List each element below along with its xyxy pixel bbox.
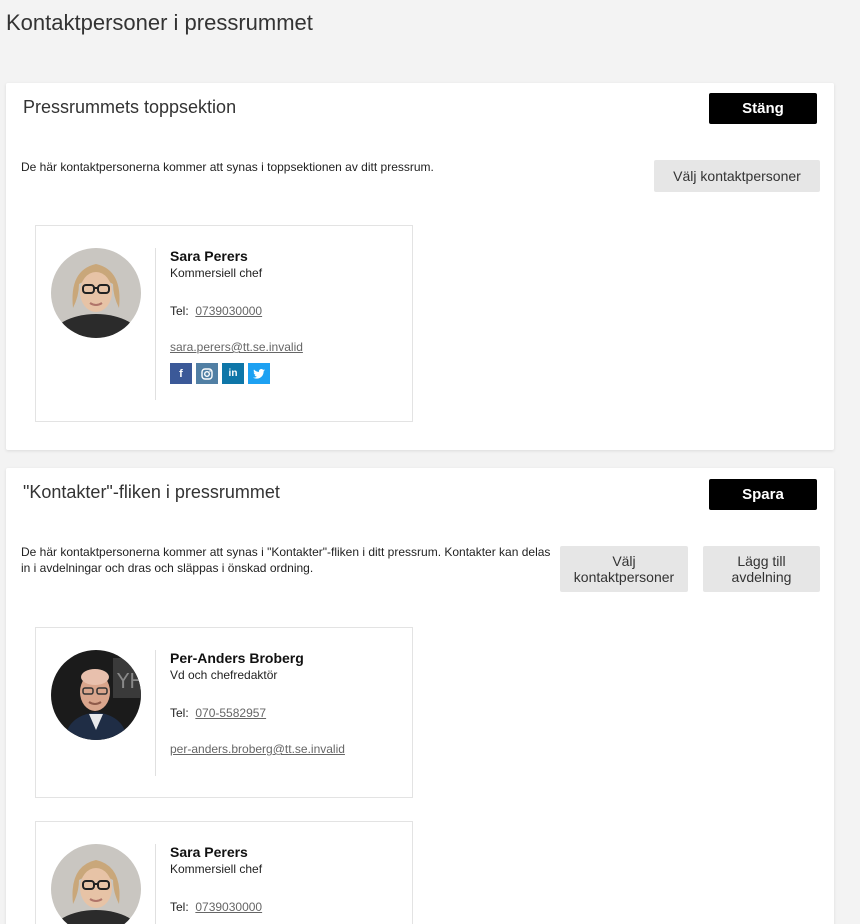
- contact-role: Kommersiell chef: [170, 266, 263, 280]
- avatar: YH: [51, 650, 141, 740]
- linkedin-icon[interactable]: in: [222, 363, 244, 384]
- instagram-icon[interactable]: [196, 363, 218, 384]
- social-links: f in: [170, 363, 303, 384]
- choose-contacts-button[interactable]: Välj kontaktpersoner: [560, 546, 688, 592]
- contact-card[interactable]: Sara Perers Kommersiell chef Tel: 073903…: [35, 821, 413, 924]
- phone-link[interactable]: 070-5582957: [195, 706, 266, 720]
- email-link[interactable]: per-anders.broberg@tt.se.invalid: [170, 741, 345, 757]
- phone-link[interactable]: 0739030000: [195, 900, 262, 914]
- save-button[interactable]: Spara: [709, 479, 817, 510]
- phone-label: Tel:: [170, 706, 189, 720]
- contact-name: Per-Anders Broberg: [170, 650, 304, 666]
- facebook-icon[interactable]: f: [170, 363, 192, 384]
- choose-contacts-button[interactable]: Välj kontaktpersoner: [654, 160, 820, 192]
- contacts-tab-title: "Kontakter"-fliken i pressrummet: [23, 482, 280, 502]
- top-section-panel: Pressrummets toppsektion Stäng De här ko…: [6, 83, 834, 450]
- contacts-tab-description: De här kontaktpersonerna kommer att syna…: [21, 545, 551, 575]
- add-department-button[interactable]: Lägg till avdelning: [703, 546, 820, 592]
- contact-phone: Tel: 070-5582957: [170, 705, 345, 721]
- avatar: [51, 844, 141, 924]
- avatar: [51, 248, 141, 338]
- contact-card[interactable]: Sara Perers Kommersiell chef Tel: 073903…: [35, 225, 413, 422]
- phone-label: Tel:: [170, 900, 189, 914]
- contact-role: Vd och chefredaktör: [170, 668, 278, 682]
- contact-name: Sara Perers: [170, 844, 248, 860]
- card-divider: [155, 844, 156, 924]
- card-divider: [155, 650, 156, 776]
- svg-text:YH: YH: [116, 669, 141, 693]
- contact-name: Sara Perers: [170, 248, 248, 264]
- email-link[interactable]: sara.perers@tt.se.invalid: [170, 339, 303, 355]
- contact-card[interactable]: YH Per-Anders Broberg Vd och chefredaktö…: [35, 627, 413, 798]
- phone-link[interactable]: 0739030000: [195, 304, 262, 318]
- twitter-icon[interactable]: [248, 363, 270, 384]
- close-button[interactable]: Stäng: [709, 93, 817, 124]
- card-divider: [155, 248, 156, 400]
- contacts-tab-panel: "Kontakter"-fliken i pressrummet Spara D…: [6, 468, 834, 924]
- top-section-title: Pressrummets toppsektion: [23, 97, 237, 117]
- top-section-description: De här kontaktpersonerna kommer att syna…: [21, 160, 434, 174]
- contact-phone: Tel: 0739030000: [170, 899, 262, 915]
- page-title: Kontaktpersoner i pressrummet: [6, 10, 313, 35]
- contact-role: Kommersiell chef: [170, 862, 263, 876]
- contact-phone: Tel: 0739030000: [170, 303, 303, 319]
- phone-label: Tel:: [170, 304, 189, 318]
